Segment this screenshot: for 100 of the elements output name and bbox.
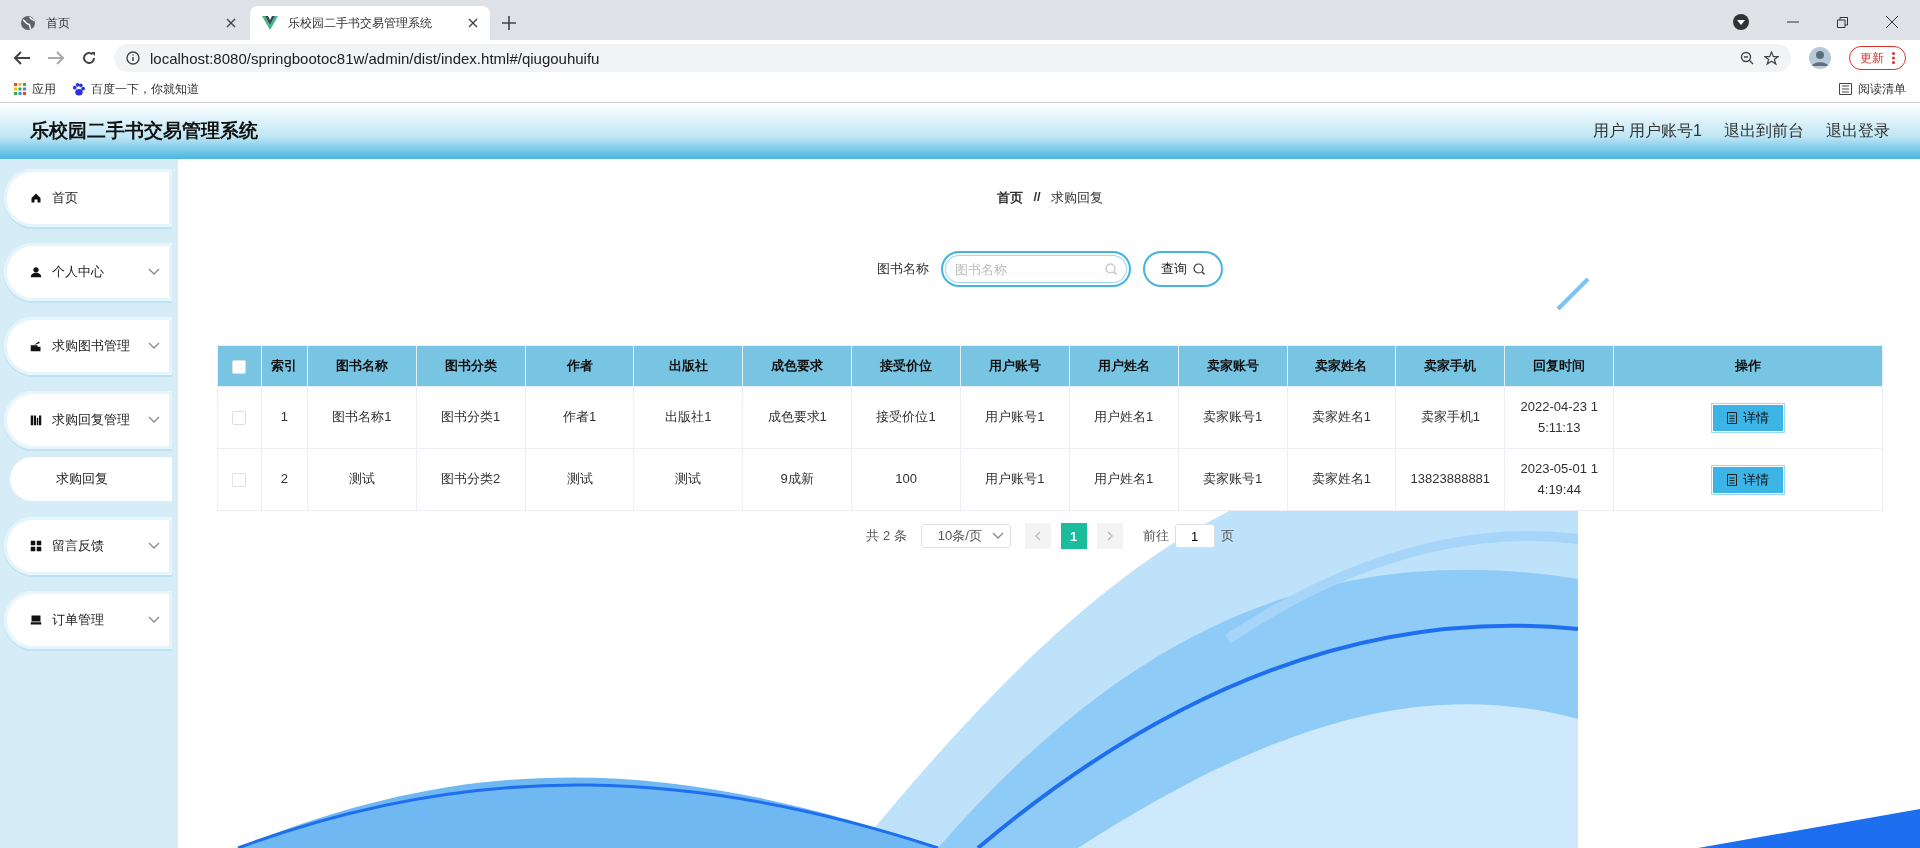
menu-item[interactable]: 订单管理 [4,591,172,649]
column-header: 操作 [1613,345,1883,387]
row-checkbox[interactable] [232,410,247,425]
reading-list[interactable]: 阅读清单 [1839,80,1906,98]
submenu-item[interactable]: 求购回复 [10,457,172,501]
table-cell: 13823888881 [1395,448,1505,511]
document-icon [1727,473,1738,486]
dropdown-icon[interactable] [1733,14,1749,30]
breadcrumb-current: 求购回复 [1050,189,1103,207]
update-button[interactable]: 更新 [1849,46,1906,70]
close-icon[interactable] [468,18,478,28]
avatar-icon[interactable] [1809,47,1831,69]
column-header: 成色要求 [742,345,852,387]
v-logo-icon [262,16,278,30]
browser-tab[interactable]: 首页 [8,6,248,40]
table-cell: 图书名称1 [307,386,417,449]
restore-icon[interactable] [1837,16,1848,28]
search-label: 图书名称 [877,260,929,278]
details-button[interactable]: 详情 [1711,464,1786,495]
search-button[interactable]: 查询 [1143,251,1223,287]
bookmark[interactable]: 应用 [14,80,56,98]
search-icon [1193,263,1205,275]
column-header: 用户姓名 [1069,345,1179,387]
user-label: 用户 用户账号1 [1592,120,1702,141]
back-icon[interactable] [14,51,30,65]
menu-item[interactable]: 求购回复管理 [4,391,172,449]
bookmark[interactable]: 百度一下，你就知道 [72,80,199,98]
menu-item[interactable]: 求购图书管理 [4,317,172,375]
info-icon [126,51,140,65]
chevron-down-icon [148,342,160,350]
globe-icon [20,15,36,31]
chevron-down-icon [148,616,160,624]
column-header: 作者 [525,345,634,387]
column-header: 卖家手机 [1395,345,1505,387]
column-header: 图书名称 [307,345,417,387]
table-cell: 用户账号1 [960,386,1070,449]
address-bar[interactable]: localhost:8080/springbootoc81w/admin/dist/index.html#/qiugouhuifu [114,44,1791,72]
table-cell: 图书分类2 [416,448,526,511]
total-count: 共 2 条 [866,527,907,545]
close-icon[interactable] [1886,16,1898,28]
table-cell: 用户姓名1 [1069,386,1179,449]
table-cell: 测试 [633,448,743,511]
zoom-out-icon[interactable] [1740,51,1754,65]
document-icon [1727,411,1738,424]
search-icon [1105,263,1117,275]
table-cell: 卖家姓名1 [1287,386,1396,449]
column-header: 图书分类 [416,345,526,387]
column-header: 接受价位 [851,345,961,387]
table-cell: 接受价位1 [851,386,961,449]
table-cell: 9成新 [742,448,852,511]
table-cell: 卖家账号1 [1178,386,1287,449]
table-cell: 2023-05-01 1 4:19:44 [1504,448,1614,511]
table-cell: 作者1 [525,386,634,449]
table-cell: 2022-04-23 1 5:11:13 [1504,386,1614,449]
table-cell: 图书分类1 [416,386,526,449]
header-link[interactable]: 退出登录 [1826,120,1890,142]
breadcrumb-separator: // [1033,189,1041,206]
column-header: 索引 [261,345,308,387]
chevron-down-icon [148,268,160,276]
chevron-down-icon [991,532,1004,540]
table-cell: 用户姓名1 [1069,448,1179,511]
goto-label: 前往 [1142,527,1169,545]
plus-icon[interactable] [502,16,516,30]
menu-item[interactable]: 首页 [4,169,172,227]
menu-item[interactable]: 留言反馈 [4,517,172,575]
column-header: 用户账号 [960,345,1070,387]
chevron-down-icon [148,416,160,424]
chevron-right-icon [1106,531,1113,541]
list-icon [1839,83,1852,95]
search-field[interactable]: 图书名称 [941,251,1131,287]
app-title: 乐校园二手书交易管理系统 [30,119,259,143]
page-input[interactable]: 1 [1174,524,1215,548]
page-suffix: 页 [1220,527,1234,545]
column-header: 卖家账号 [1178,345,1287,387]
table-cell: 成色要求1 [742,386,852,449]
star-icon[interactable] [1764,50,1779,66]
table-cell: 1 [261,386,308,449]
details-button[interactable]: 详情 [1711,402,1786,433]
browser-tab[interactable]: 乐校园二手书交易管理系统 [250,6,490,40]
url-text: localhost:8080/springbootoc81w/admin/dist/index.html#/qiugouhuifu [150,49,601,67]
select-all-checkbox[interactable] [232,359,247,374]
table-cell: 2 [261,448,308,511]
paw-icon [72,82,85,96]
page-size-select[interactable]: 10条/页 [920,524,1011,548]
table-cell: 100 [851,448,961,511]
breadcrumb-link[interactable]: 首页 [997,189,1024,207]
table-cell: 测试 [525,448,634,511]
table-cell: 卖家手机1 [1395,386,1505,449]
close-icon[interactable] [226,18,236,28]
column-header: 卖家姓名 [1287,345,1396,387]
table-cell: 卖家姓名1 [1287,448,1396,511]
menu-item[interactable]: 个人中心 [4,243,172,301]
row-checkbox[interactable] [232,472,247,487]
apps-icon [14,83,26,95]
reload-icon[interactable] [82,51,96,65]
table-cell: 测试 [307,448,417,511]
more-icon [1892,52,1895,64]
chevron-down-icon [148,542,160,550]
header-link[interactable]: 退出到前台 [1724,120,1804,142]
column-header: 出版社 [633,345,743,387]
